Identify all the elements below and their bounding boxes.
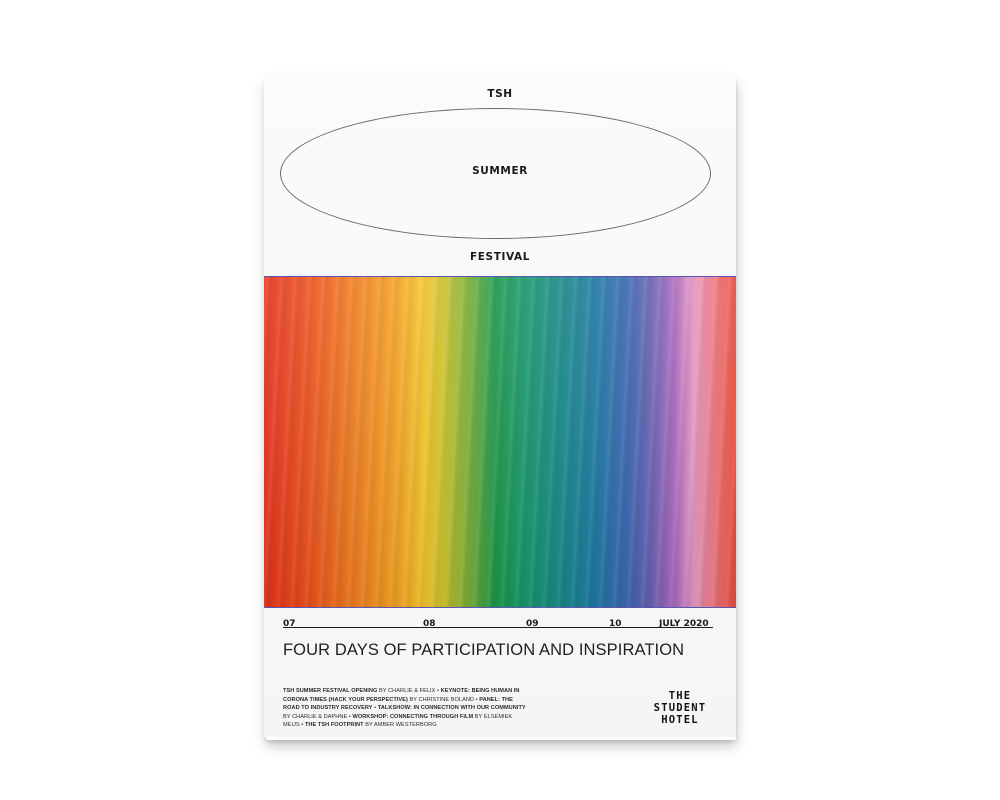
logo-line-hotel: HOTEL (661, 714, 699, 726)
program-item-title: TSH SUMMER FESTIVAL OPENING (283, 688, 378, 694)
date-month: JULY 2020 (659, 619, 709, 629)
title-festival: FESTIVAL (469, 251, 530, 263)
program-item-title: THE TSH FOOTPRINT (304, 722, 364, 728)
date-08: 08 (423, 619, 436, 629)
title-tsh: TSH (487, 88, 513, 100)
program-item-by: BY CHARLIE & DAPHNE • (283, 713, 353, 720)
logo-line-the: THE (668, 690, 692, 702)
date-timeline-line (283, 627, 713, 628)
rainbow-gradient-panel (264, 276, 736, 608)
canvas: TSH SUMMER FESTIVAL 07 08 09 10 JULY 202… (0, 0, 1000, 800)
tagline: FOUR DAYS OF PARTICIPATION AND INSPIRATI… (283, 641, 685, 659)
date-10: 10 (609, 619, 622, 629)
program-list: TSH SUMMER FESTIVAL OPENING BY CHARLIE &… (283, 687, 528, 730)
program-item-by: BY AMBER WESTERBORG (363, 722, 437, 728)
date-09: 09 (526, 619, 539, 629)
title-summer: SUMMER (472, 165, 528, 177)
program-item-title: TALKSHOW: IN CONNECTION WITH OUR COMMUNI… (377, 705, 526, 711)
date-07: 07 (283, 619, 296, 629)
logo-line-student: STUDENT (653, 702, 707, 714)
student-hotel-logo: THE STUDENT HOTEL (644, 690, 716, 726)
poster: TSH SUMMER FESTIVAL 07 08 09 10 JULY 202… (264, 73, 736, 737)
program-item-by: BY CHRISTINE BOLAND • (407, 696, 480, 703)
date-bar: 07 08 09 10 JULY 2020 (264, 613, 736, 633)
program-item-title: WORKSHOP: CONNECTING THROUGH FILM (352, 713, 474, 720)
program-item-by: BY CHARLIE & FELIX • (377, 688, 441, 694)
